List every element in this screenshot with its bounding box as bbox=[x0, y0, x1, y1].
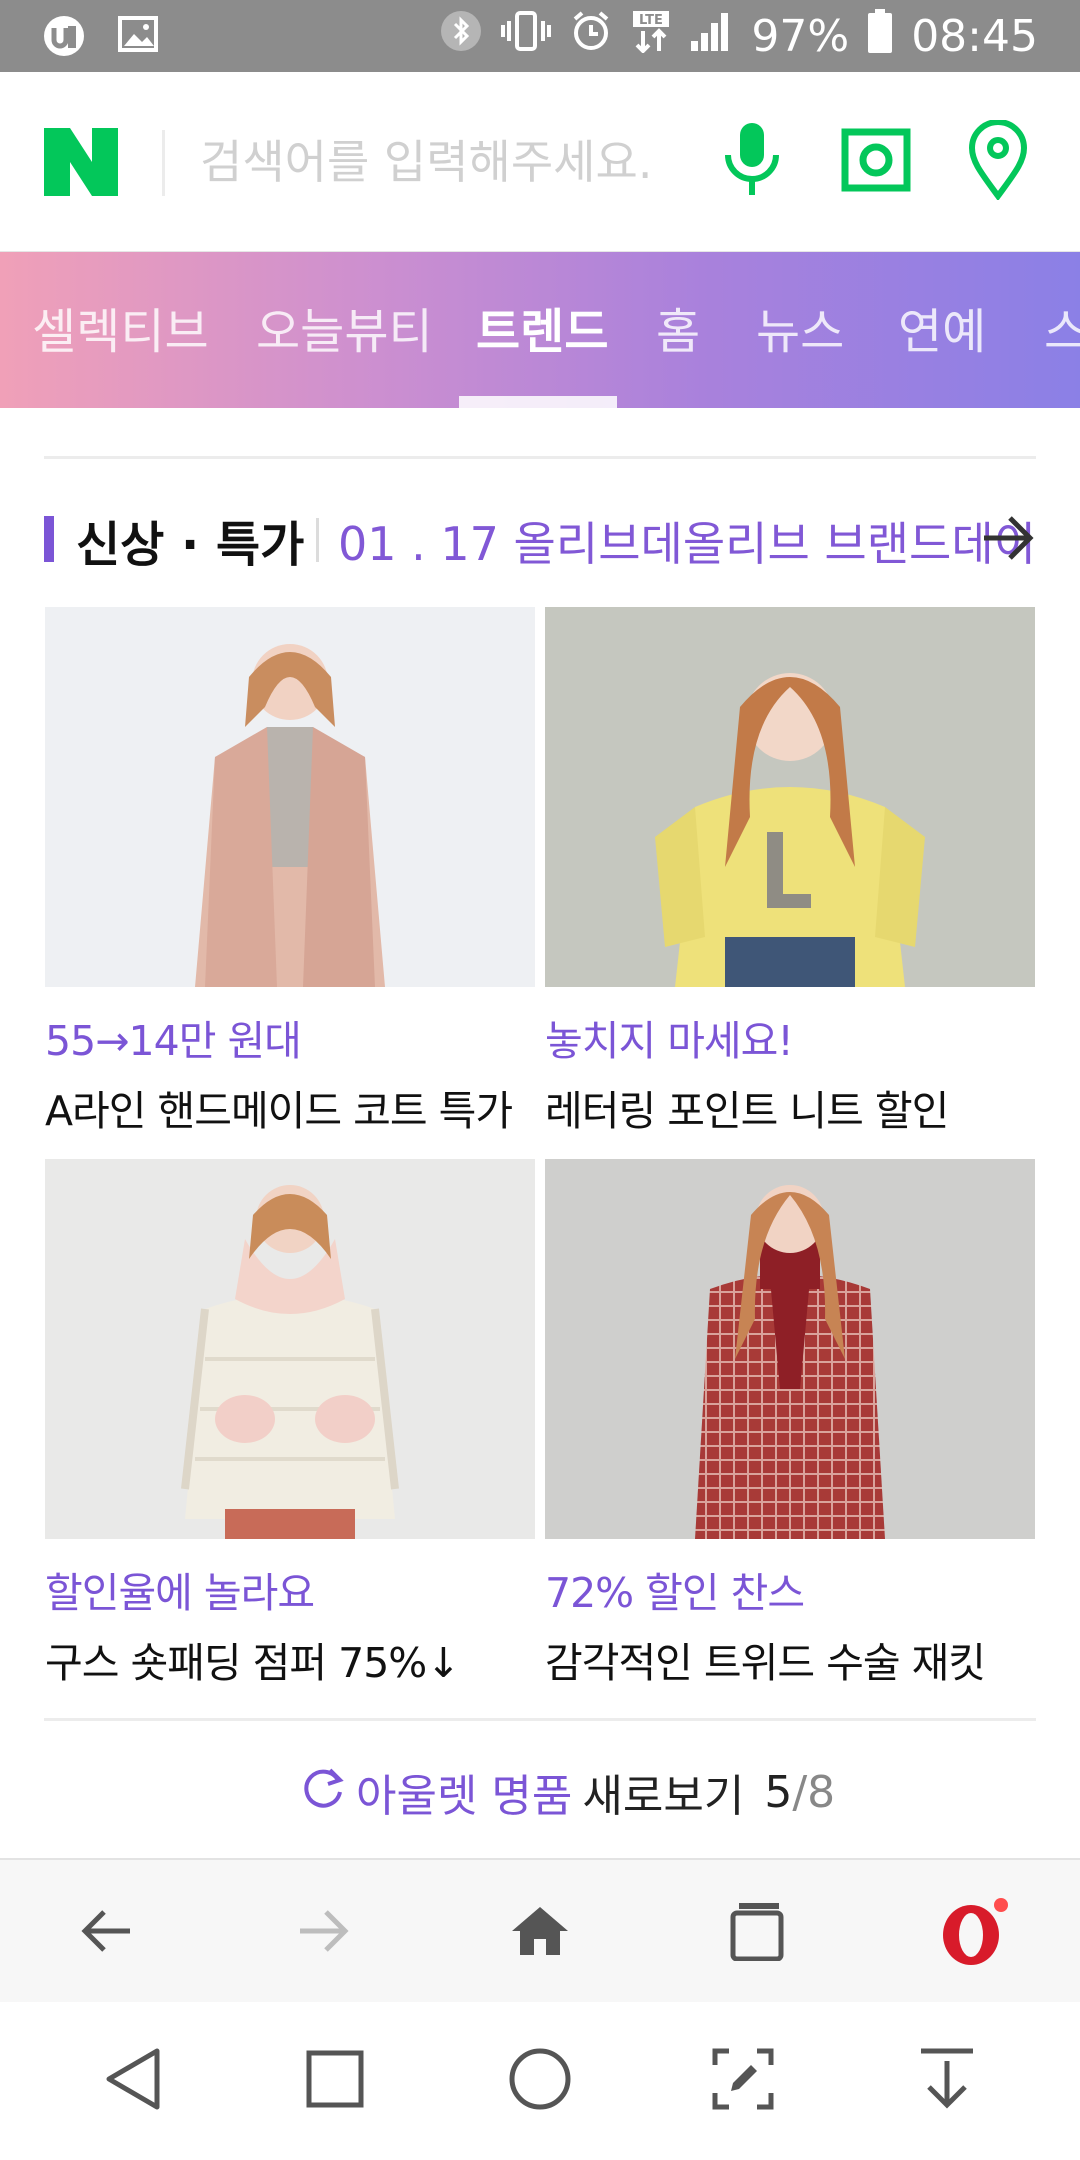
section-title: 신상 · 특가 bbox=[76, 517, 305, 573]
product-card[interactable]: 72% 할인 찬스 감각적인 트위드 수술 재킷 bbox=[545, 1159, 1035, 1689]
lens-search-button[interactable] bbox=[830, 116, 922, 208]
battery-percent: 97% bbox=[751, 10, 850, 62]
tab-today-beauty[interactable]: 오늘뷰티 bbox=[256, 292, 433, 362]
status-bar: LTE 97% 08:45 bbox=[0, 0, 1080, 72]
brand-day-link[interactable]: 01 . 17 올리브데올리브 브랜드데이 bbox=[338, 508, 1036, 574]
product-card[interactable]: 놓치지 마세요! 레터링 포인트 니트 할인 bbox=[545, 607, 1035, 1137]
search-header bbox=[0, 72, 1080, 252]
opera-menu-button[interactable] bbox=[928, 1888, 1018, 1978]
image-notification-icon bbox=[116, 12, 160, 64]
microphone-icon bbox=[722, 121, 782, 203]
home-icon bbox=[510, 1905, 570, 1961]
vibrate-icon bbox=[501, 9, 552, 64]
location-pin-icon bbox=[968, 119, 1028, 204]
category-tab-bar: 셀렉티브 오늘뷰티 트렌드 홈 뉴스 연예 스 bbox=[0, 252, 1080, 408]
product-title[interactable]: 구스 숏패딩 점퍼 75%↓ bbox=[45, 1629, 535, 1689]
download-icon bbox=[917, 2047, 977, 2115]
section-accent-bar bbox=[44, 516, 54, 562]
refresh-page-current: 5 bbox=[764, 1766, 793, 1818]
signal-icon bbox=[689, 9, 733, 64]
screenshot-edit-button[interactable] bbox=[698, 2036, 788, 2126]
download-button[interactable] bbox=[902, 2036, 992, 2126]
lte-icon: LTE bbox=[631, 9, 671, 64]
forward-icon bbox=[296, 1908, 350, 1958]
bluetooth-icon bbox=[439, 9, 483, 64]
nav-back-icon bbox=[103, 2047, 163, 2115]
product-image-padding-jumper[interactable] bbox=[45, 1159, 535, 1539]
tab-entertainment[interactable]: 연예 bbox=[898, 292, 986, 362]
svg-text:LTE: LTE bbox=[639, 13, 663, 28]
app-notification-icon bbox=[40, 12, 88, 64]
refresh-icon bbox=[300, 1764, 346, 1821]
refresh-label: 새로보기 bbox=[582, 1771, 745, 1822]
section-divider bbox=[44, 1718, 1036, 1721]
product-image-yellow-knit[interactable] bbox=[545, 607, 1035, 987]
tab-selective[interactable]: 셀렉티브 bbox=[32, 292, 209, 362]
tabs-icon bbox=[729, 1901, 785, 1965]
product-promo: 72% 할인 찬스 bbox=[545, 1569, 805, 1617]
refresh-category: 아울렛 명품 bbox=[356, 1771, 573, 1822]
tab-trend[interactable]: 트렌드 bbox=[476, 292, 608, 362]
browser-back-button[interactable] bbox=[62, 1888, 152, 1978]
refresh-page-total: /8 bbox=[792, 1766, 836, 1818]
back-icon bbox=[80, 1908, 134, 1958]
product-promo: 놓치지 마세요! bbox=[545, 1017, 794, 1065]
tab-sports[interactable]: 스 bbox=[1044, 292, 1080, 362]
opera-menu-icon bbox=[937, 1895, 1009, 1971]
product-card[interactable]: 55→14만 원대 A라인 핸드메이드 코트 특가 bbox=[45, 607, 535, 1137]
clock: 08:45 bbox=[911, 10, 1038, 62]
system-back-button[interactable] bbox=[88, 2036, 178, 2126]
nav-recents-icon bbox=[305, 2049, 365, 2113]
browser-toolbar bbox=[0, 1858, 1080, 2002]
camera-lens-icon bbox=[841, 128, 911, 196]
product-image-pink-coat[interactable] bbox=[45, 607, 535, 987]
header-divider bbox=[162, 130, 165, 196]
voice-search-button[interactable] bbox=[706, 116, 798, 208]
product-promo: 55→14만 원대 bbox=[45, 1017, 302, 1065]
android-navigation-bar bbox=[0, 2002, 1080, 2160]
product-card[interactable]: 할인율에 놀라요 구스 숏패딩 점퍼 75%↓ bbox=[45, 1159, 535, 1689]
product-title[interactable]: A라인 핸드메이드 코트 특가 bbox=[45, 1077, 535, 1137]
browser-tabs-button[interactable] bbox=[712, 1888, 802, 1978]
nav-home-icon bbox=[508, 2047, 572, 2115]
system-recents-button[interactable] bbox=[290, 2036, 380, 2126]
battery-icon bbox=[867, 8, 893, 64]
arrow-right-icon[interactable] bbox=[980, 512, 1036, 564]
active-tab-indicator bbox=[459, 396, 617, 408]
section-title-separator bbox=[316, 518, 319, 562]
tab-news[interactable]: 뉴스 bbox=[756, 292, 844, 362]
product-promo: 할인율에 놀라요 bbox=[45, 1569, 315, 1617]
product-image-tweed-jacket[interactable] bbox=[545, 1159, 1035, 1539]
location-button[interactable] bbox=[952, 116, 1044, 208]
browser-forward-button[interactable] bbox=[278, 1888, 368, 1978]
system-home-button[interactable] bbox=[495, 2036, 585, 2126]
refresh-button[interactable]: 아울렛 명품 새로보기 5/8 bbox=[300, 1762, 835, 1822]
screenshot-edit-icon bbox=[711, 2047, 775, 2115]
product-title[interactable]: 레터링 포인트 니트 할인 bbox=[545, 1077, 1035, 1137]
section-divider bbox=[44, 456, 1036, 459]
alarm-icon bbox=[569, 9, 613, 64]
tab-home[interactable]: 홈 bbox=[656, 292, 700, 362]
product-title[interactable]: 감각적인 트위드 수술 재킷 bbox=[545, 1629, 1035, 1689]
naver-logo[interactable] bbox=[44, 128, 118, 196]
browser-home-button[interactable] bbox=[495, 1888, 585, 1978]
search-input[interactable] bbox=[200, 122, 690, 202]
